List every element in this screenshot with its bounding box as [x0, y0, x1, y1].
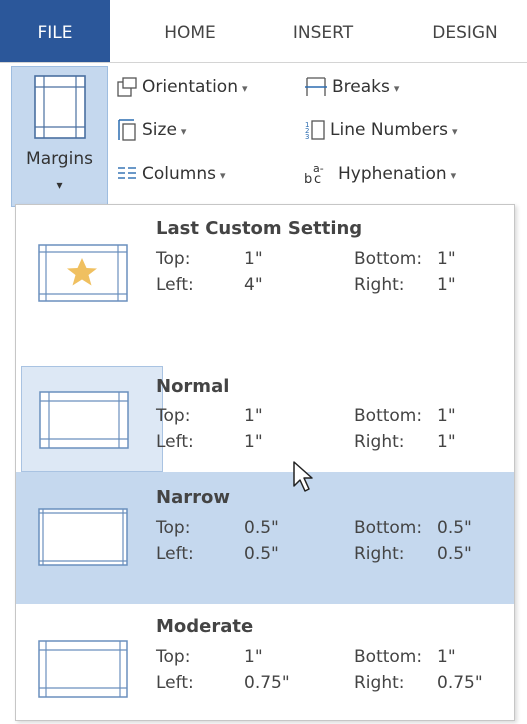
- breaks-button[interactable]: Breaks ▾: [304, 72, 399, 102]
- margins-button[interactable]: Margins ▾: [11, 66, 108, 207]
- size-label: Size: [142, 120, 177, 140]
- bottom-label: Bottom:: [354, 406, 423, 426]
- option-title: Moderate: [156, 616, 254, 637]
- right-value: 0.5": [437, 544, 472, 564]
- margin-option-last-custom[interactable]: Last Custom Setting Top: 1" Bottom: 1" Left…: [16, 205, 514, 335]
- option-top-bottom: Top: 1" Bottom: 1": [156, 249, 456, 269]
- chevron-down-icon: ▾: [180, 125, 187, 138]
- left-label: Left:: [156, 544, 194, 564]
- top-value: 1": [244, 406, 263, 426]
- orientation-button[interactable]: Orientation ▾: [116, 72, 248, 102]
- columns-icon: [118, 167, 136, 179]
- thumb-frame: [21, 614, 161, 724]
- top-label: Top:: [156, 518, 191, 538]
- margins-icon: [34, 75, 86, 139]
- right-label: Right:: [354, 673, 405, 693]
- right-label: Right:: [354, 432, 405, 452]
- columns-label: Columns: [142, 164, 216, 184]
- line-numbers-icon: 1 2 3: [305, 120, 325, 141]
- bottom-label: Bottom:: [354, 647, 423, 667]
- left-label: Left:: [156, 673, 194, 693]
- right-value: 1": [437, 275, 456, 295]
- svg-text:c: c: [314, 172, 321, 186]
- breaks-label: Breaks: [332, 77, 390, 97]
- chevron-down-icon: ▾: [450, 169, 457, 182]
- bottom-label: Bottom:: [354, 518, 423, 538]
- chevron-down-icon: ▾: [241, 82, 248, 95]
- left-value: 0.5": [244, 544, 279, 564]
- top-label: Top:: [156, 647, 191, 667]
- left-label: Left:: [156, 275, 194, 295]
- thumb-frame: [21, 482, 161, 592]
- orientation-icon: [117, 77, 137, 97]
- chevron-down-icon: ▾: [393, 82, 400, 95]
- line-numbers-button[interactable]: 1 2 3 Line Numbers ▾: [304, 115, 458, 145]
- margins-dropdown: Last Custom Setting Top: 1" Bottom: 1" Left…: [15, 204, 515, 721]
- top-value: 1": [244, 647, 263, 667]
- breaks-icon: [305, 77, 327, 96]
- moderate-margins-icon: [38, 640, 128, 698]
- right-value: 0.75": [437, 673, 483, 693]
- option-left-right: Left: 1" Right: 1": [156, 432, 456, 452]
- left-value: 4": [244, 275, 263, 295]
- page-layout-ribbon: Margins ▾ Orientation▾ Size▾ Columns▾: [0, 62, 527, 209]
- mouse-cursor-icon: [293, 461, 313, 492]
- top-value: 1": [244, 249, 263, 269]
- margin-option-moderate[interactable]: Moderate Top: 1" Bottom: 1" Left: 0.75" Right…: [16, 606, 514, 720]
- top-value: 0.5": [244, 518, 279, 538]
- right-label: Right:: [354, 544, 405, 564]
- margin-option-normal[interactable]: Normal Top: 1" Bottom: 1" Left: 1" Right: 1": [16, 339, 514, 472]
- size-icon: [118, 119, 136, 141]
- top-label: Top:: [156, 406, 191, 426]
- option-top-bottom: Top: 1" Bottom: 1": [156, 647, 456, 667]
- columns-button[interactable]: Columns ▾: [116, 159, 226, 189]
- bottom-value: 1": [437, 249, 456, 269]
- normal-margins-icon: [39, 391, 129, 449]
- chevron-down-icon: ▾: [451, 125, 458, 138]
- option-left-right: Left: 0.5" Right: 0.5": [156, 544, 472, 564]
- line-numbers-label: Line Numbers: [330, 120, 448, 140]
- bottom-value: 1": [437, 406, 456, 426]
- left-value: 1": [244, 432, 263, 452]
- option-title: Last Custom Setting: [156, 218, 363, 239]
- option-title: Narrow: [156, 487, 230, 508]
- bottom-label: Bottom:: [354, 249, 423, 269]
- left-label: Left:: [156, 432, 194, 452]
- chevron-down-icon: ▾: [219, 169, 226, 182]
- margins-label: Margins: [26, 149, 93, 169]
- option-title: Normal: [156, 376, 230, 397]
- svg-text:b: b: [304, 172, 312, 186]
- right-value: 1": [437, 432, 456, 452]
- hyphenation-icon: b a- c: [304, 162, 324, 187]
- hyphenation-label: Hyphenation: [338, 164, 447, 184]
- margin-option-narrow[interactable]: Narrow Top: 0.5" Bottom: 0.5" Left: 0.5" Righ…: [16, 472, 514, 604]
- tab-home[interactable]: HOME: [135, 0, 245, 62]
- thumb-frame: [21, 366, 163, 472]
- option-top-bottom: Top: 1" Bottom: 1": [156, 406, 456, 426]
- bottom-value: 1": [437, 647, 456, 667]
- hyphenation-button[interactable]: b a- c Hyphenation ▾: [304, 159, 456, 189]
- option-top-bottom: Top: 0.5" Bottom: 0.5": [156, 518, 472, 538]
- chevron-down-icon: ▾: [56, 178, 63, 192]
- thumb-frame: [21, 219, 161, 329]
- narrow-margins-icon: [38, 508, 128, 566]
- custom-margins-star-icon: [38, 244, 128, 302]
- orientation-label: Orientation: [142, 77, 238, 97]
- tab-insert[interactable]: INSERT: [268, 0, 378, 62]
- option-left-right: Left: 4" Right: 1": [156, 275, 456, 295]
- left-value: 0.75": [244, 673, 290, 693]
- bottom-value: 0.5": [437, 518, 472, 538]
- tab-design[interactable]: DESIGN: [403, 0, 527, 62]
- svg-text:3: 3: [305, 133, 309, 141]
- option-left-right: Left: 0.75" Right: 0.75": [156, 673, 483, 693]
- right-label: Right:: [354, 275, 405, 295]
- top-label: Top:: [156, 249, 191, 269]
- ribbon-tab-bar: FILE HOME INSERT DESIGN: [0, 0, 527, 62]
- tab-file[interactable]: FILE: [0, 0, 110, 62]
- size-button[interactable]: Size ▾: [116, 115, 186, 145]
